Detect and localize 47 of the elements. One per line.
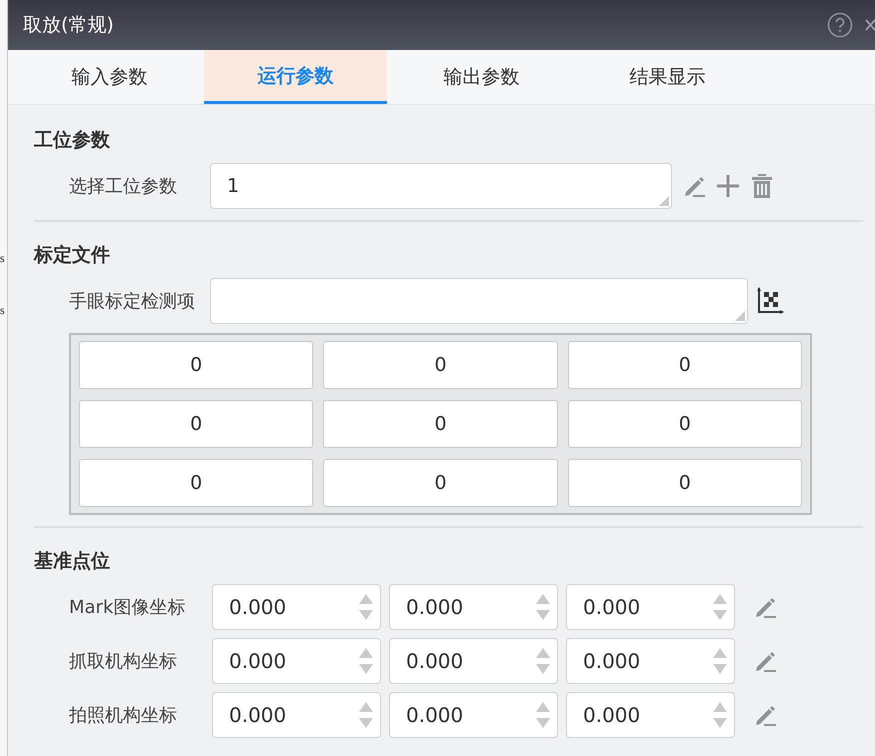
input-field[interactable]: [210, 278, 748, 324]
number-field[interactable]: 0.000: [389, 584, 558, 630]
tab[interactable]: 输入参数: [18, 50, 201, 104]
field-label: 拍照机构坐标: [68, 704, 178, 727]
field-label: 选择工位参数: [68, 175, 178, 198]
matrix-cell[interactable]: 0: [568, 341, 802, 389]
close-icon[interactable]: [865, 17, 875, 33]
number-field[interactable]: 0.000: [566, 692, 735, 738]
field-label: 手眼标定检测项: [68, 290, 196, 313]
spinner-arrows-icon[interactable]: [712, 592, 728, 622]
text-fragment: s: [0, 250, 6, 266]
matrix-cell[interactable]: 0: [79, 341, 314, 389]
help-icon[interactable]: [827, 12, 853, 38]
section-title: 标定文件: [34, 243, 111, 268]
section-title: 基准点位: [34, 549, 111, 574]
number-field[interactable]: 0.000: [212, 638, 381, 684]
window-title: 取放(常规): [23, 13, 114, 38]
number-field[interactable]: 0.000: [389, 638, 558, 684]
matrix-cell[interactable]: 0: [79, 459, 314, 507]
section-title: 工位参数: [34, 128, 111, 153]
spinner-arrows-icon[interactable]: [535, 700, 551, 730]
spinner-arrows-icon[interactable]: [358, 592, 374, 622]
input-field[interactable]: 1: [210, 163, 672, 209]
number-field[interactable]: 0.000: [566, 638, 735, 684]
scatter-axes-icon[interactable]: [756, 286, 786, 316]
spinner-arrows-icon[interactable]: [358, 646, 374, 676]
matrix-cell[interactable]: 0: [323, 341, 558, 389]
number-field[interactable]: 0.000: [389, 692, 558, 738]
spinner-arrows-icon[interactable]: [712, 646, 728, 676]
spinner-arrows-icon[interactable]: [712, 700, 728, 730]
matrix-cell[interactable]: 0: [323, 400, 558, 448]
matrix-cell[interactable]: 0: [79, 400, 314, 448]
number-field[interactable]: 0.000: [566, 584, 735, 630]
field-label: Mark图像坐标: [68, 596, 186, 619]
matrix-cell[interactable]: 0: [323, 459, 558, 507]
matrix-cell[interactable]: 0: [568, 400, 802, 448]
text-fragment: s: [0, 302, 6, 318]
number-field[interactable]: 0.000: [212, 584, 381, 630]
spinner-arrows-icon[interactable]: [358, 700, 374, 730]
tab[interactable]: 输出参数: [390, 50, 573, 104]
spinner-arrows-icon[interactable]: [535, 592, 551, 622]
spinner-arrows-icon[interactable]: [535, 646, 551, 676]
number-field[interactable]: 0.000: [212, 692, 381, 738]
tab[interactable]: 结果显示: [576, 50, 759, 104]
plus-icon[interactable]: [714, 172, 742, 200]
matrix-cell[interactable]: 0: [568, 459, 802, 507]
field-label: 抓取机构坐标: [68, 650, 178, 673]
